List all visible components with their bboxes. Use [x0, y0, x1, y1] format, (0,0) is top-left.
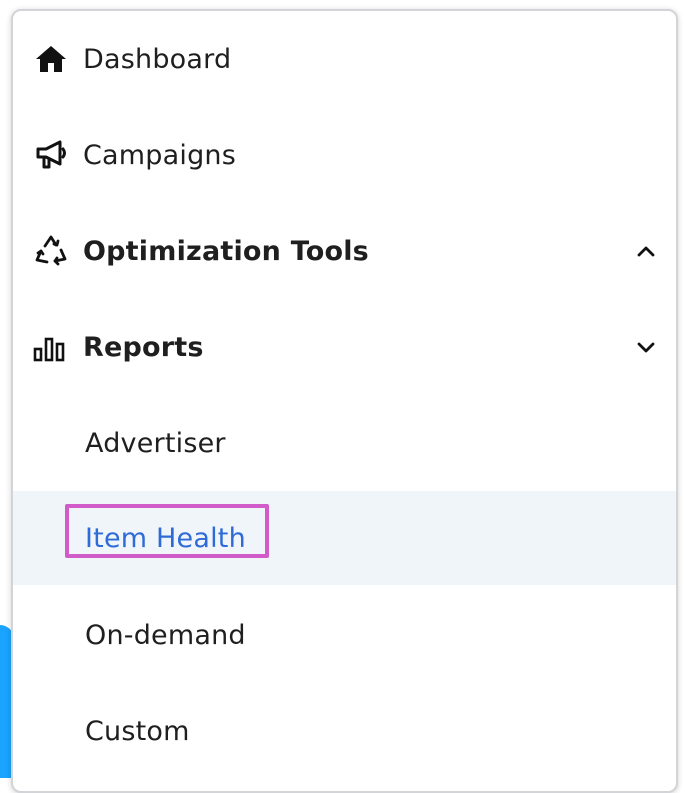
- bar-chart-icon: [33, 329, 69, 365]
- nav-item-reports[interactable]: Reports: [13, 299, 676, 395]
- sub-item-item-health[interactable]: Item Health: [13, 491, 676, 585]
- highlight-annotation-box: [65, 504, 269, 558]
- sub-item-label: Advertiser: [85, 427, 226, 459]
- chevron-down-icon[interactable]: [634, 335, 658, 359]
- nav-item-dashboard[interactable]: Dashboard: [13, 11, 676, 107]
- nav-item-label: Campaigns: [83, 139, 237, 171]
- nav-item-label: Optimization Tools: [83, 235, 369, 267]
- sub-item-on-demand[interactable]: On-demand: [13, 587, 676, 683]
- reports-nav-menu: Dashboard Campaigns Optimization Tools R…: [11, 9, 678, 793]
- recycle-icon: [33, 233, 69, 269]
- nav-item-optimization-tools[interactable]: Optimization Tools: [13, 203, 676, 299]
- chevron-up-icon[interactable]: [634, 239, 658, 263]
- sub-item-label: On-demand: [85, 619, 246, 651]
- nav-item-label: Reports: [83, 331, 204, 363]
- sub-item-custom[interactable]: Custom: [13, 683, 676, 779]
- sub-item-advertiser[interactable]: Advertiser: [13, 395, 676, 491]
- megaphone-icon: [33, 137, 69, 173]
- sub-item-label: Custom: [85, 715, 190, 747]
- nav-item-campaigns[interactable]: Campaigns: [13, 107, 676, 203]
- home-icon: [33, 41, 69, 77]
- nav-item-label: Dashboard: [83, 43, 232, 75]
